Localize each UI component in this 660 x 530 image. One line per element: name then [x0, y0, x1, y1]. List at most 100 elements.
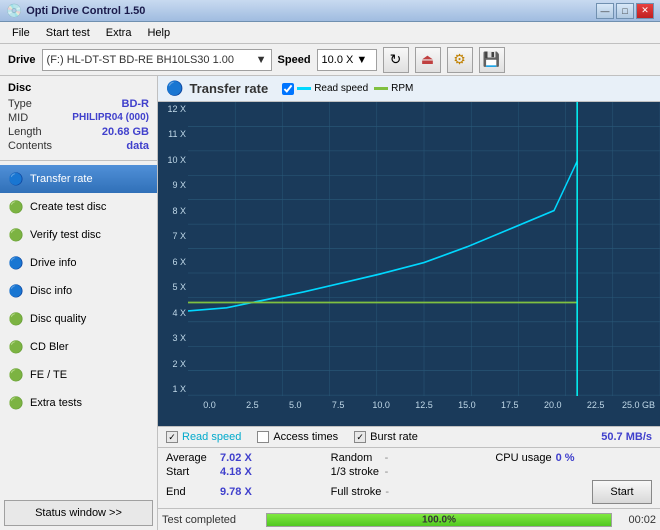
disc-contents-key: Contents [8, 140, 52, 152]
nav-cd-bler[interactable]: 🟢 CD Bler [0, 333, 157, 361]
x-label-25gb: 25.0 GB [617, 400, 660, 410]
nav-fe-te-label: FE / TE [30, 369, 67, 381]
nav-create-test-disc[interactable]: 🟢 Create test disc [0, 193, 157, 221]
x-label-25: 2.5 [231, 400, 274, 410]
disc-length-row: Length 20.68 GB [8, 126, 149, 138]
chart-title: Transfer rate [189, 81, 268, 96]
nav-extra-tests[interactable]: 🟢 Extra tests [0, 389, 157, 417]
status-window-button[interactable]: Status window >> [4, 500, 153, 526]
transfer-rate-icon: 🔵 [8, 171, 24, 187]
y-label-11: 11 X [158, 129, 188, 139]
start-btn-cell: Start [495, 480, 652, 504]
x-label-75: 7.5 [317, 400, 360, 410]
y-label-12: 12 X [158, 104, 188, 114]
nav-drive-info-label: Drive info [30, 257, 76, 269]
create-disc-icon: 🟢 [8, 199, 24, 215]
drive-info-icon: 🔵 [8, 255, 24, 271]
disc-contents-val: data [126, 140, 149, 152]
speed-select[interactable]: 10.0 X ▼ [317, 49, 377, 71]
full-stroke-val: - [385, 486, 389, 498]
disc-section: Disc Type BD-R MID PHILIPR04 (000) Lengt… [0, 76, 157, 161]
timer: 00:02 [616, 514, 656, 526]
x-label-20: 20.0 [531, 400, 574, 410]
menu-extra[interactable]: Extra [98, 25, 140, 41]
status-window-label: Status window >> [35, 507, 122, 519]
x-label-225: 22.5 [574, 400, 617, 410]
drive-value: (F:) HL-DT-ST BD-RE BH10LS30 1.00 [47, 54, 234, 66]
save-button[interactable]: 💾 [479, 47, 505, 73]
nav-verify-test-disc[interactable]: 🟢 Verify test disc [0, 221, 157, 249]
nav-disc-info-label: Disc info [30, 285, 72, 297]
nav-section: 🔵 Transfer rate 🟢 Create test disc 🟢 Ver… [0, 161, 157, 496]
drive-bar: Drive (F:) HL-DT-ST BD-RE BH10LS30 1.00 … [0, 44, 660, 76]
nav-disc-info[interactable]: 🔵 Disc info [0, 277, 157, 305]
full-stroke-key: Full stroke [331, 486, 382, 498]
disc-contents-row: Contents data [8, 140, 149, 152]
menu-file[interactable]: File [4, 25, 38, 41]
disc-length-key: Length [8, 126, 42, 138]
burst-rate-cb[interactable]: ✓ [354, 431, 366, 443]
options-button[interactable]: ⚙ [447, 47, 473, 73]
minimize-button[interactable]: — [596, 3, 614, 19]
disc-type-val: BD-R [122, 98, 150, 110]
legend-rpm-label: RPM [391, 83, 413, 94]
start-btn-label: Start [610, 486, 633, 498]
main-layout: Disc Type BD-R MID PHILIPR04 (000) Lengt… [0, 76, 660, 530]
cd-bler-icon: 🟢 [8, 339, 24, 355]
disc-mid-val: PHILIPR04 (000) [72, 112, 149, 124]
x-label-175: 17.5 [488, 400, 531, 410]
content-area: 🔵 Transfer rate Read speed RPM 12 X 11 X… [158, 76, 660, 530]
nav-transfer-rate[interactable]: 🔵 Transfer rate [0, 165, 157, 193]
read-speed-checkbox-item[interactable]: ✓ Read speed [166, 431, 241, 443]
legend-rpm: RPM [374, 83, 413, 94]
menu-help[interactable]: Help [139, 25, 178, 41]
title-icon: 💿 [6, 3, 22, 19]
start-button[interactable]: Start [592, 480, 652, 504]
read-speed-cb[interactable]: ✓ [166, 431, 178, 443]
drive-select[interactable]: (F:) HL-DT-ST BD-RE BH10LS30 1.00 ▼ [42, 49, 272, 71]
y-axis-labels: 12 X 11 X 10 X 9 X 8 X 7 X 6 X 5 X 4 X 3… [158, 102, 188, 396]
burst-rate-checkbox-item[interactable]: ✓ Burst rate [354, 431, 418, 443]
average-row: Average 7.02 X [166, 452, 323, 464]
random-key: Random [331, 452, 381, 464]
disc-mid-key: MID [8, 112, 28, 124]
chart-header-icon: 🔵 [166, 80, 183, 97]
status-bar: Test completed 100.0% 00:02 [158, 508, 660, 530]
speed-label: Speed [278, 54, 311, 66]
start-key: Start [166, 466, 216, 478]
nav-disc-quality[interactable]: 🟢 Disc quality [0, 305, 157, 333]
close-button[interactable]: ✕ [636, 3, 654, 19]
extra-tests-icon: 🟢 [8, 395, 24, 411]
menu-bar: File Start test Extra Help [0, 22, 660, 44]
average-val: 7.02 X [220, 452, 260, 464]
disc-quality-icon: 🟢 [8, 311, 24, 327]
read-speed-checkbox[interactable] [282, 83, 294, 95]
nav-cd-bler-label: CD Bler [30, 341, 69, 353]
cpu-usage-row: CPU usage 0 % [495, 452, 652, 464]
maximize-button[interactable]: □ [616, 3, 634, 19]
refresh-button[interactable]: ↻ [383, 47, 409, 73]
start-row: Start 4.18 X [166, 466, 323, 478]
y-label-1: 1 X [158, 384, 188, 394]
end-row: End 9.78 X [166, 480, 323, 504]
x-label-125: 12.5 [403, 400, 446, 410]
y-label-4: 4 X [158, 308, 188, 318]
progress-bar: 100.0% [266, 513, 612, 527]
cpu-key: CPU usage [495, 452, 551, 464]
access-times-cb[interactable] [257, 431, 269, 443]
nav-create-disc-label: Create test disc [30, 201, 106, 213]
progress-text: 100.0% [422, 514, 456, 525]
access-times-checkbox-item[interactable]: Access times [257, 431, 338, 443]
menu-start-test[interactable]: Start test [38, 25, 98, 41]
chart-svg [188, 102, 660, 396]
nav-verify-disc-label: Verify test disc [30, 229, 101, 241]
eject-button[interactable]: ⏏ [415, 47, 441, 73]
chart-area: 12 X 11 X 10 X 9 X 8 X 7 X 6 X 5 X 4 X 3… [158, 102, 660, 426]
disc-info-icon: 🔵 [8, 283, 24, 299]
y-label-9: 9 X [158, 180, 188, 190]
burst-rate-cb-label: Burst rate [370, 431, 418, 443]
nav-fe-te[interactable]: 🟢 FE / TE [0, 361, 157, 389]
access-times-cb-label: Access times [273, 431, 338, 443]
end-key: End [166, 486, 216, 498]
nav-drive-info[interactable]: 🔵 Drive info [0, 249, 157, 277]
